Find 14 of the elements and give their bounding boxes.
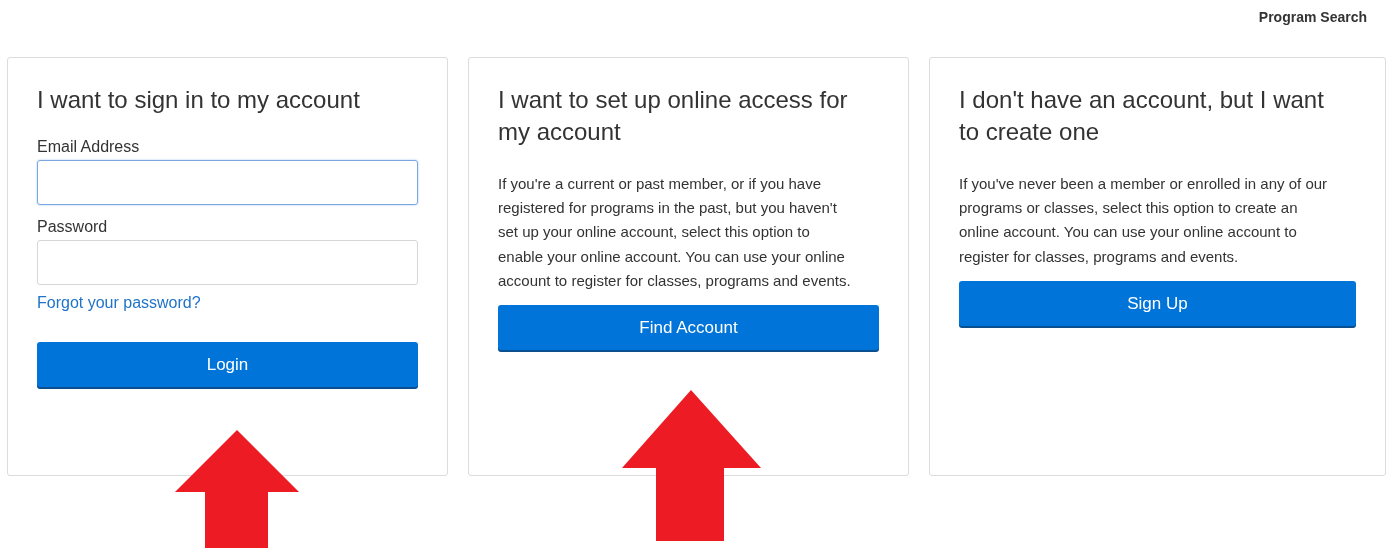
input-field[interactable] (37, 240, 418, 285)
input-field[interactable] (37, 160, 418, 205)
field-label: Password (37, 217, 109, 237)
primary-button[interactable]: Login (37, 342, 418, 387)
card-title: I want to set up online access for my account (498, 85, 849, 147)
description-text: If you've never been a member or enrolled in any of our programs or classes, select this option to create an online account. You can use your online account to register for classes, programs and events. (959, 174, 1329, 267)
card-title: I want to sign in to my account (37, 85, 361, 115)
description-text: If you're a current or past member, or if you have registered for programs in the past, but you haven't set up your online account, select this option to enable your online account. You can use your online account to register for classes, programs and events. (498, 174, 852, 291)
program-search-link[interactable]: Program Search (1258, 7, 1367, 25)
field-label: Email Address (37, 137, 141, 157)
card-title: I don't have an account, but I want to create one (959, 85, 1325, 147)
primary-button[interactable]: Sign Up (959, 280, 1356, 326)
primary-button[interactable]: Find Account (498, 305, 879, 350)
forgot-password-link[interactable]: Forgot your password? (37, 293, 201, 313)
